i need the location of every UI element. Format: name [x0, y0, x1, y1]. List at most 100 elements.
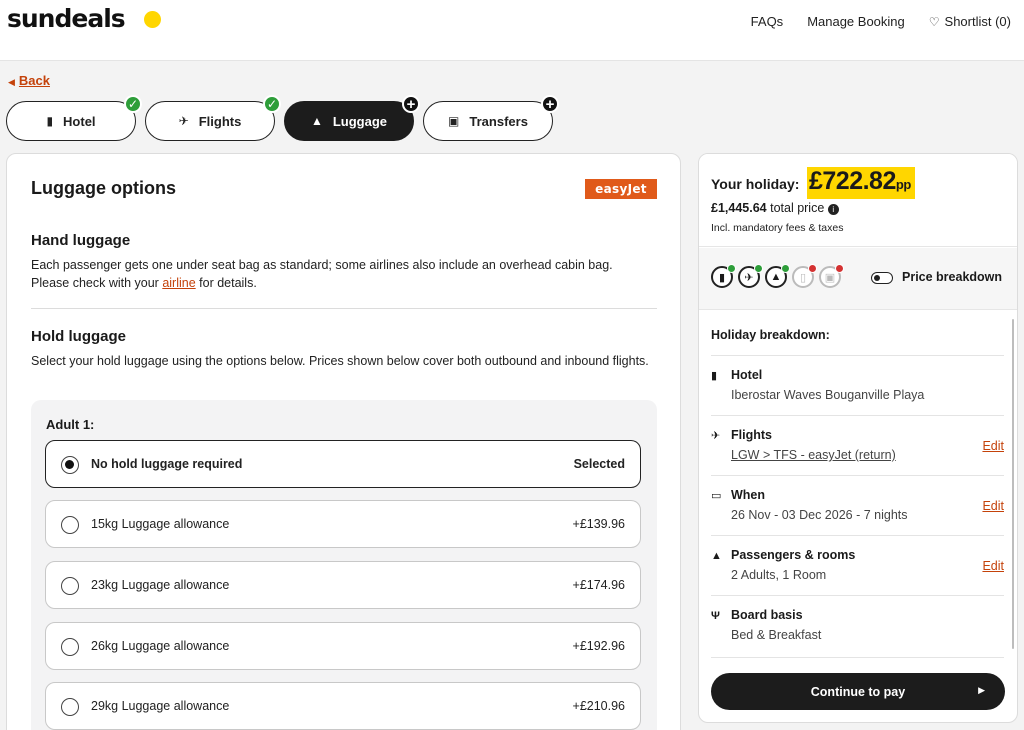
plus-icon: +	[541, 95, 559, 113]
breakdown-row-passengers: ▲ Passengers & rooms 2 Adults, 1 Room Edi…	[711, 535, 1004, 595]
check-icon: ✓	[124, 95, 142, 113]
step-transfers[interactable]: ▣ Transfers +	[423, 95, 559, 141]
breakdown-row-board: Ψ Board basis Bed & Breakfast	[711, 595, 1004, 657]
hold-luggage-heading: Hold luggage	[31, 328, 126, 345]
check-dot-icon	[727, 264, 736, 273]
row-title: ▭ When	[711, 488, 765, 502]
edit-dates-link[interactable]: Edit	[982, 499, 1004, 513]
breakdown-scrollbar[interactable]	[1012, 319, 1014, 649]
caret-right-icon: ▶	[978, 685, 985, 695]
luggage-options-card: Luggage options easyJet Hand luggage Eac…	[6, 153, 681, 730]
back-link[interactable]: ◀ Back	[8, 73, 50, 88]
radio-button[interactable]	[61, 456, 79, 474]
nav-manage-booking[interactable]: Manage Booking	[807, 14, 905, 29]
edit-flights-link[interactable]: Edit	[982, 439, 1004, 453]
check-dot-icon	[754, 264, 763, 273]
row-title-text: Hotel	[731, 368, 763, 382]
pp-suffix: pp	[895, 177, 911, 192]
continue-to-pay-button[interactable]: Continue to pay ▶	[711, 673, 1005, 710]
check-icon: ✓	[263, 95, 281, 113]
nav-faqs[interactable]: FAQs	[751, 14, 784, 29]
cutlery-icon: Ψ	[711, 610, 720, 622]
breakdown-row-hotel: ▮ Hotel Iberostar Waves Bouganville Playa	[711, 355, 1004, 415]
row-title-text: Flights	[731, 428, 772, 442]
step-hotel-label: Hotel	[63, 113, 96, 129]
edit-passengers-link[interactable]: Edit	[982, 559, 1004, 573]
row-title: Ψ Board basis	[711, 608, 803, 622]
radio-button[interactable]	[61, 698, 79, 716]
radio-button[interactable]	[61, 577, 79, 595]
luggage-option-15kg[interactable]: 15kg Luggage allowance +£139.96	[45, 500, 641, 548]
nav-shortlist[interactable]: ♡ Shortlist (0)	[929, 14, 1011, 29]
option-price: +£192.96	[572, 639, 625, 653]
option-label: No hold luggage required	[91, 457, 243, 471]
info-icon[interactable]: i	[827, 204, 839, 215]
airline-logo: easyJet	[585, 179, 657, 199]
airline-link[interactable]: airline	[162, 276, 195, 290]
hotel-status-icon: ▮	[711, 264, 736, 288]
progress-icons-bar: ▮ ✈ ▲ ▯ ▣ Price breakdown	[699, 248, 1017, 310]
bag-icon: ▲	[310, 114, 323, 128]
luggage-option-26kg[interactable]: 26kg Luggage allowance +£192.96	[45, 622, 641, 670]
sundeals-logo[interactable]: sundeals	[7, 4, 126, 33]
price-breakdown-toggle[interactable]	[871, 272, 893, 284]
check-dot-icon	[781, 264, 790, 273]
hand-text-before-link: Please check with your	[31, 276, 163, 290]
flight-details[interactable]: LGW > TFS - easyJet (return)	[731, 448, 896, 462]
row-title-text: Board basis	[731, 608, 803, 622]
logo-sun-dot	[144, 11, 161, 28]
back-label: Back	[18, 73, 50, 88]
page-title: Luggage options	[31, 178, 176, 198]
row-title: ▲ Passengers & rooms	[711, 548, 855, 562]
hand-luggage-heading: Hand luggage	[31, 232, 131, 249]
cross-dot-icon	[835, 264, 844, 273]
your-holiday-label: Your holiday:	[711, 176, 800, 192]
price-pp-value: £722.82	[809, 167, 896, 195]
holiday-summary-panel: Your holiday: £722.82pp £1,445.64 total …	[698, 153, 1018, 723]
total-label: total price	[770, 201, 825, 215]
continue-label: Continue to pay	[810, 684, 906, 699]
insurance-status-icon: ▯	[792, 264, 817, 288]
building-icon: ▮	[711, 370, 718, 382]
luggage-option-23kg[interactable]: 23kg Luggage allowance +£174.96	[45, 561, 641, 609]
board-basis: Bed & Breakfast	[731, 628, 822, 642]
row-title: ✈ Flights	[711, 428, 772, 442]
site-header: sundeals FAQs Manage Booking ♡ Shortlist …	[0, 0, 1024, 61]
transfer-status-icon: ▣	[819, 264, 844, 288]
row-title-text: When	[731, 488, 766, 502]
step-flights[interactable]: ✈ Flights ✓	[145, 95, 281, 141]
option-price: Selected	[573, 457, 625, 471]
building-icon: ▮	[46, 114, 54, 128]
nav-shortlist-label: Shortlist (0)	[944, 14, 1011, 29]
plane-icon: ✈	[711, 430, 721, 442]
option-price: +£174.96	[572, 578, 625, 592]
step-luggage[interactable]: ▲ Luggage +	[284, 95, 420, 141]
option-label: 26kg Luggage allowance	[91, 639, 230, 653]
step-hotel[interactable]: ▮ Hotel ✓	[6, 95, 142, 141]
hand-text-after-link: for details.	[195, 276, 257, 290]
option-label: 29kg Luggage allowance	[91, 699, 230, 713]
breakdown-row-flights: ✈ Flights LGW > TFS - easyJet (return) Ed…	[711, 415, 1004, 475]
total-price: £1,445.64 total price i	[711, 201, 839, 215]
radio-button[interactable]	[61, 638, 79, 656]
luggage-option-none[interactable]: No hold luggage required Selected	[45, 440, 641, 488]
option-label: 15kg Luggage allowance	[91, 517, 230, 531]
option-label: 23kg Luggage allowance	[91, 578, 230, 592]
option-price: +£210.96	[572, 699, 625, 713]
step-luggage-label: Luggage	[332, 113, 388, 129]
passenger-luggage-box: Adult 1: No hold luggage required Select…	[31, 400, 657, 730]
step-flights-label: Flights	[198, 113, 242, 129]
price-breakdown-label: Price breakdown	[902, 270, 1003, 284]
luggage-option-29kg[interactable]: 29kg Luggage allowance +£210.96	[45, 682, 641, 730]
passenger-label: Adult 1:	[46, 417, 95, 432]
price-summary: Your holiday: £722.82pp £1,445.64 total …	[699, 154, 1017, 247]
hotel-name: Iberostar Waves Bouganville Playa	[731, 388, 925, 402]
heart-icon: ♡	[928, 15, 940, 29]
total-amount: £1,445.64	[711, 201, 767, 215]
cross-dot-icon	[808, 264, 817, 273]
plane-icon: ✈	[178, 114, 189, 128]
breakdown-row-divider	[711, 657, 1004, 658]
hand-luggage-text-line1: Each passenger gets one under seat bag a…	[31, 258, 613, 272]
hand-luggage-text: Each passenger gets one under seat bag a…	[31, 256, 661, 292]
radio-button[interactable]	[61, 516, 79, 534]
